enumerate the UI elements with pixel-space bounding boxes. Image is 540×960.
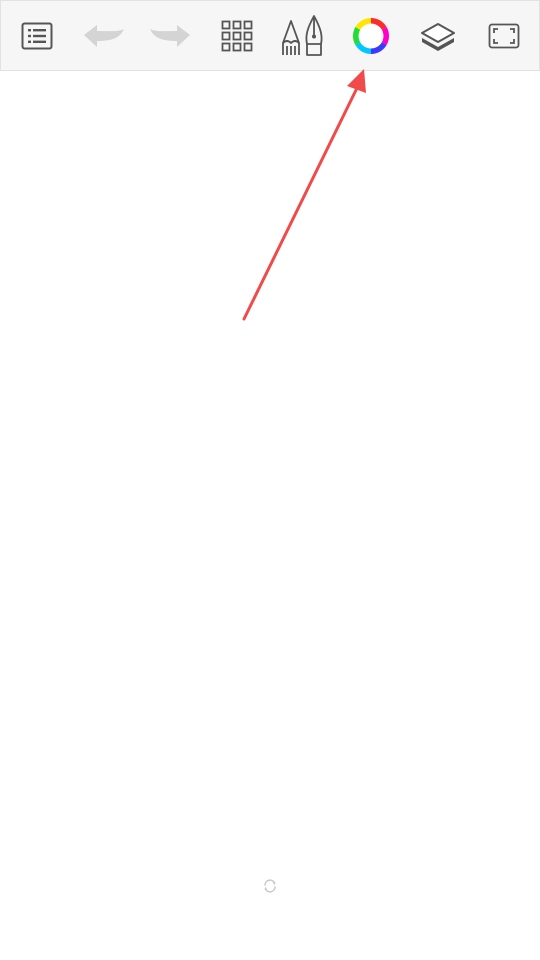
refresh-icon (264, 879, 276, 893)
brush-tool-button[interactable] (272, 5, 334, 67)
undo-icon (84, 25, 124, 47)
fullscreen-icon (488, 23, 520, 49)
layers-icon (421, 23, 455, 51)
loading-indicator (260, 876, 280, 896)
grid-icon (221, 20, 253, 52)
undo-button[interactable] (73, 5, 135, 67)
top-toolbar (0, 0, 540, 71)
menu-list-button[interactable] (6, 5, 68, 67)
redo-icon (150, 25, 190, 47)
drawing-app-screen (0, 0, 540, 960)
drawing-canvas[interactable] (0, 71, 540, 960)
layers-button[interactable] (407, 5, 469, 67)
pencil-pen-icon (282, 15, 323, 56)
color-wheel-icon (352, 17, 390, 55)
grid-button[interactable] (206, 5, 268, 67)
redo-button[interactable] (139, 5, 201, 67)
fullscreen-button[interactable] (473, 5, 535, 67)
list-icon (21, 22, 53, 50)
color-wheel-button[interactable] (340, 5, 402, 67)
